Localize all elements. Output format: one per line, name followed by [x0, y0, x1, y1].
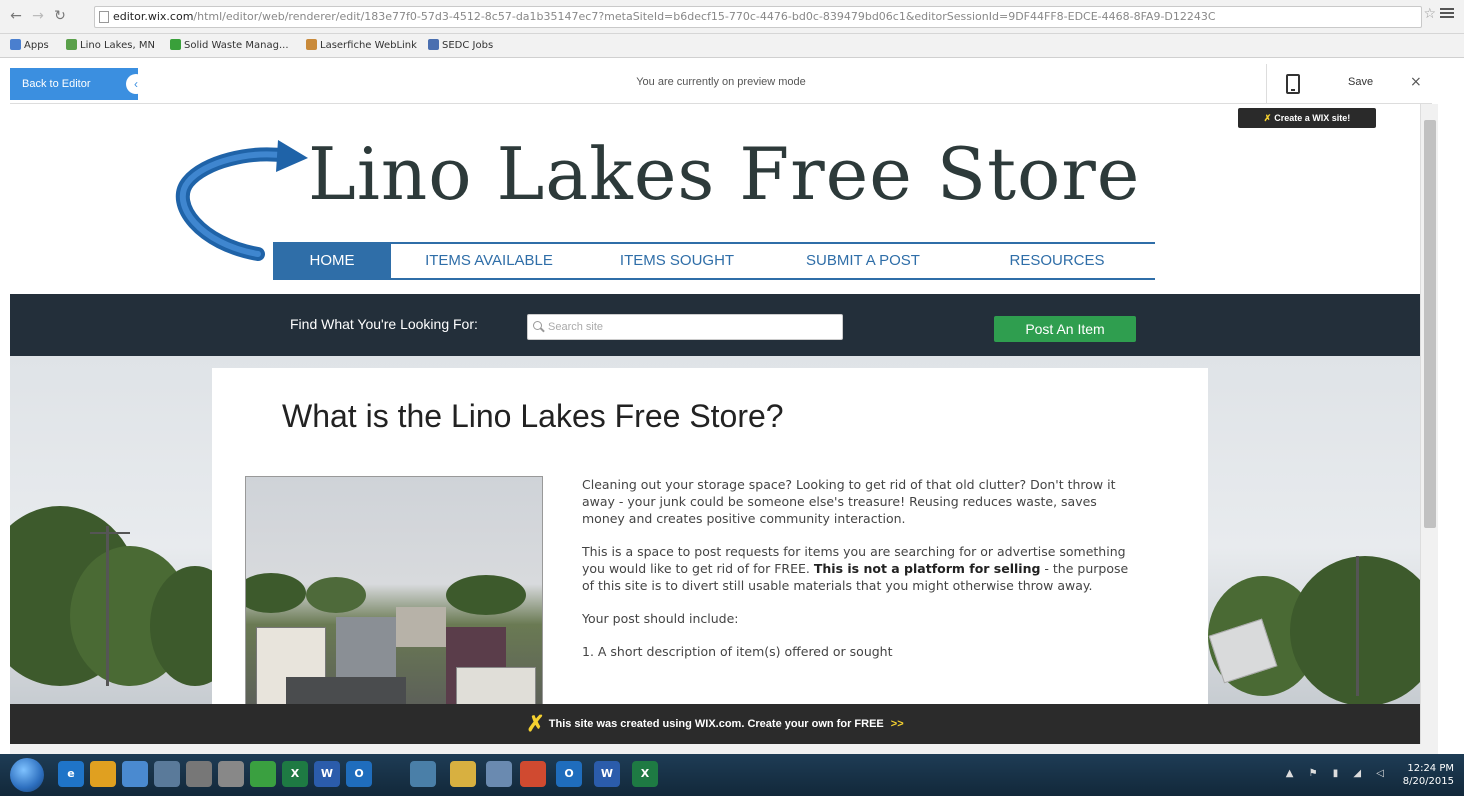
footer-text-a: This site was created using — [548, 718, 695, 730]
forward-arrow-icon[interactable]: → — [30, 8, 46, 24]
search-app-icon[interactable] — [410, 761, 436, 787]
post-an-item-button[interactable]: Post An Item — [994, 316, 1136, 342]
laserfiche-icon — [306, 39, 317, 50]
create-wix-site-tag[interactable]: ✗ Create a WIX site! — [1238, 108, 1376, 128]
url-path: /html/editor/web/renderer/edit/183e77f0-… — [193, 10, 1216, 23]
paragraph-1: Cleaning out your storage space? Looking… — [582, 477, 1116, 526]
horizontal-scrollbar[interactable] — [10, 744, 1438, 754]
vertical-scrollbar[interactable] — [1420, 104, 1438, 744]
jobs-icon — [428, 39, 439, 50]
bookmark-sedc-jobs[interactable]: SEDC Jobs — [428, 39, 493, 53]
windows-taskbar: eXWOOWX ▲ ⚑ ▮ ◢ ◁ 12:24 PM 8/20/2015 — [0, 754, 1464, 796]
paragraph-4: 1. A short description of item(s) offere… — [582, 644, 893, 659]
main-nav: HOME ITEMS AVAILABLE ITEMS SOUGHT SUBMIT… — [273, 242, 1155, 280]
gun-icon[interactable] — [218, 761, 244, 787]
bookmark-lino-lakes[interactable]: Lino Lakes, MN — [66, 39, 155, 53]
site-header: Lino Lakes Free Store HOME ITEMS AVAILAB… — [10, 104, 1420, 294]
paragraph-3: Your post should include: — [582, 611, 739, 626]
content-card: What is the Lino Lakes Free Store? Clean… — [212, 368, 1208, 704]
chrome-task-icon[interactable] — [520, 761, 546, 787]
scrollbar-thumb[interactable] — [1424, 120, 1436, 528]
search-placeholder: Search site — [548, 321, 604, 333]
junk-pile-photo — [245, 476, 543, 704]
chevrons-icon: >> — [890, 718, 904, 730]
browser-toolbar: ← → ↻ editor.wix.com/html/editor/web/ren… — [0, 0, 1464, 34]
address-bar[interactable]: editor.wix.com/html/editor/web/renderer/… — [94, 6, 1422, 28]
nav-items-sought[interactable]: ITEMS SOUGHT — [587, 244, 767, 278]
wix-x-icon: ✗ — [526, 711, 545, 736]
bookmark-laserfiche[interactable]: Laserfiche WebLink — [306, 39, 417, 53]
bookmark-star-icon[interactable]: ☆ — [1423, 6, 1436, 22]
stapler-icon[interactable] — [186, 761, 212, 787]
bookmark-label: Solid Waste Manag... — [184, 40, 289, 51]
outlook-task-icon[interactable]: O — [556, 761, 582, 787]
nav-submit-a-post[interactable]: SUBMIT A POST — [767, 244, 959, 278]
back-arrow-icon[interactable]: ← — [8, 8, 24, 24]
hamburger-menu-icon[interactable] — [1440, 6, 1454, 20]
word-icon[interactable]: W — [314, 761, 340, 787]
preview-mode-message: You are currently on preview mode — [636, 76, 806, 88]
wix-ad-footer[interactable]: ✗ This site was created using WIX.com. Cr… — [10, 704, 1420, 744]
nav-home[interactable]: HOME — [273, 244, 391, 278]
calculator-icon[interactable] — [486, 761, 512, 787]
url-host: editor.wix.com — [113, 10, 194, 23]
footer-text-b: . Create your own for FREE — [741, 718, 887, 730]
system-tray-icons[interactable]: ▲ ⚑ ▮ ◢ ◁ — [1286, 768, 1390, 779]
clock-time: 12:24 PM — [1407, 763, 1454, 774]
clock[interactable]: 12:24 PM 8/20/2015 — [1403, 762, 1454, 788]
nav-resources[interactable]: RESOURCES — [959, 244, 1155, 278]
site-viewport: Lino Lakes Free Store HOME ITEMS AVAILAB… — [10, 104, 1420, 704]
display-icon[interactable] — [154, 761, 180, 787]
ie-icon[interactable]: e — [58, 761, 84, 787]
create-wix-label: Create a WIX site! — [1274, 113, 1351, 123]
search-icon — [533, 321, 542, 330]
nav-items-available[interactable]: ITEMS AVAILABLE — [391, 244, 587, 278]
page-icon — [99, 11, 109, 23]
save-button[interactable]: Save — [1348, 76, 1373, 88]
bookmark-label: Lino Lakes, MN — [80, 40, 155, 51]
mobile-view-icon[interactable] — [1286, 74, 1300, 94]
paragraph-2: This is a space to post requests for ite… — [582, 543, 1142, 594]
bookmark-apps[interactable]: Apps — [10, 39, 49, 53]
excel-icon[interactable]: X — [282, 761, 308, 787]
paragraph-2-bold: This is not a platform for selling — [813, 561, 1041, 576]
close-icon[interactable]: × — [1410, 74, 1422, 90]
clock-date: 8/20/2015 — [1402, 776, 1454, 787]
divider — [1266, 64, 1267, 104]
word-task-icon[interactable]: W — [594, 761, 620, 787]
outlook-icon[interactable]: O — [346, 761, 372, 787]
bookmark-label: SEDC Jobs — [442, 40, 494, 51]
intro-text: Cleaning out your storage space? Looking… — [582, 476, 1142, 676]
bookmarks-bar: Apps Lino Lakes, MN Solid Waste Manag...… — [0, 34, 1464, 58]
window-icon[interactable] — [122, 761, 148, 787]
excel-task-icon[interactable]: X — [632, 761, 658, 787]
reload-icon[interactable]: ↻ — [52, 8, 68, 24]
site-title: Lino Lakes Free Store — [308, 132, 1141, 216]
leaf-icon — [170, 39, 181, 50]
search-input[interactable]: Search site — [527, 314, 843, 340]
bookmark-solid-waste[interactable]: Solid Waste Manag... — [170, 39, 289, 53]
apps-grid-icon — [10, 39, 21, 50]
content-heading: What is the Lino Lakes Free Store? — [282, 398, 784, 434]
tree-icon[interactable] — [250, 761, 276, 787]
explorer-icon[interactable] — [450, 761, 476, 787]
start-button[interactable] — [10, 758, 44, 792]
bookmark-label: Apps — [24, 40, 49, 51]
find-label: Find What You're Looking For: — [290, 316, 478, 332]
city-icon — [66, 39, 77, 50]
wix-x-icon: ✗ — [1263, 113, 1272, 123]
chrome-icon[interactable] — [90, 761, 116, 787]
search-strip: Find What You're Looking For: Search sit… — [10, 294, 1420, 356]
footer-brand: WIX.com — [694, 718, 742, 730]
bookmark-label: Laserfiche WebLink — [320, 40, 417, 51]
wix-preview-bar: Back to Editor ‹ You are currently on pr… — [10, 64, 1432, 104]
